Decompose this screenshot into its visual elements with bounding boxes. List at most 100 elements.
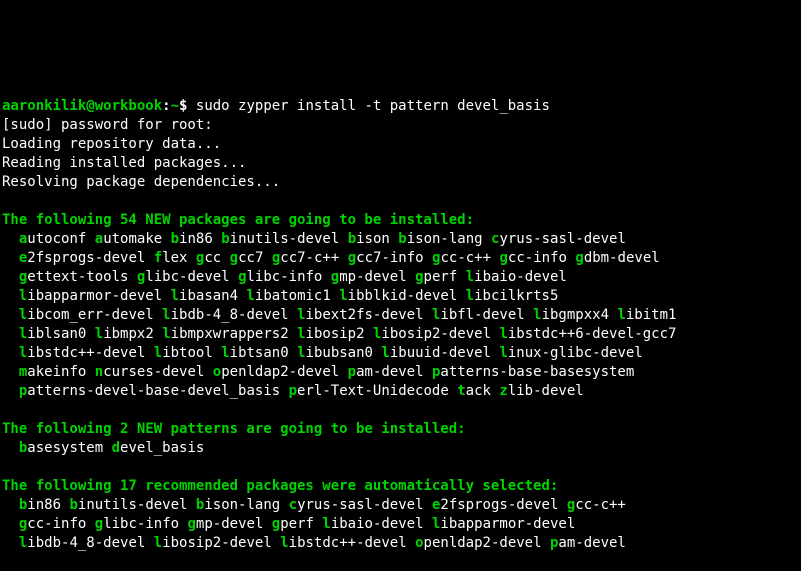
pkg-rest: in86 <box>179 231 213 247</box>
pkg-rest: ibmpxwrappers2 <box>171 326 289 342</box>
section-header-packages: The following 54 NEW packages are going … <box>2 212 474 228</box>
pkg-rest: mp-devel <box>339 269 406 285</box>
prompt-user: aaronkilik@workbook <box>2 98 162 114</box>
pkg-rest: asesystem <box>27 440 103 456</box>
pkg-rest: ibblkid-devel <box>348 288 458 304</box>
pkg-initial: g <box>187 516 195 532</box>
pkg-rest: ibosip2 <box>306 326 365 342</box>
pkg-initial: g <box>230 250 238 266</box>
sudo-prompt: [sudo] password for root: <box>2 117 221 133</box>
pkg-initial: l <box>297 326 305 342</box>
pkg-initial: b <box>171 231 179 247</box>
pkg-initial: l <box>221 345 229 361</box>
pkg-rest: ibext2fs-devel <box>306 307 424 323</box>
pkg-rest: ibtool <box>162 345 213 361</box>
pkg-rest: inutils-devel <box>230 231 340 247</box>
pkg-rest: ison <box>356 231 390 247</box>
pkg-rest: 2fsprogs-devel <box>27 250 145 266</box>
pkg-rest: lex <box>162 250 187 266</box>
pkg-initial: b <box>221 231 229 247</box>
pkg-initial: l <box>154 345 162 361</box>
command-text: sudo zypper install -t pattern devel_bas… <box>196 98 550 114</box>
pkg-initial: z <box>499 383 507 399</box>
pkg-initial: p <box>348 364 356 380</box>
pkg-initial: g <box>272 516 280 532</box>
pkg-rest: cc7-c++ <box>280 250 339 266</box>
pkg-rest: cc7-info <box>356 250 423 266</box>
pkg-rest: ibitm1 <box>626 307 677 323</box>
pkg-rest: 2fsprogs-devel <box>440 497 558 513</box>
pkg-rest: ibtsan0 <box>230 345 289 361</box>
pkg-initial: l <box>162 307 170 323</box>
pkg-rest: ibstdc++6-devel-gcc7 <box>508 326 677 342</box>
pkg-initial: g <box>95 516 103 532</box>
pkg-rest: ibgmpxx4 <box>542 307 609 323</box>
pkg-rest: atterns-devel-base-devel_basis <box>27 383 280 399</box>
pkg-rest: cc-c++ <box>575 497 626 513</box>
pkg-initial: l <box>95 326 103 342</box>
pkg-rest: ison-lang <box>204 497 280 513</box>
pattern-list: basesystem devel_basis <box>2 440 204 456</box>
pkg-rest: ibfl-devel <box>440 307 524 323</box>
pkg-initial: l <box>533 307 541 323</box>
pkg-rest: penldap2-devel <box>221 364 339 380</box>
pkg-initial: l <box>322 516 330 532</box>
pkg-initial: t <box>457 383 465 399</box>
pkg-initial: g <box>499 250 507 266</box>
pkg-initial: a <box>95 231 103 247</box>
loading-line: Reading installed packages... <box>2 155 246 171</box>
pkg-rest: ibstdc++-devel <box>289 535 407 551</box>
pkg-rest: ibosip2-devel <box>162 535 272 551</box>
pkg-rest: utomake <box>103 231 162 247</box>
pkg-rest: curses-devel <box>103 364 204 380</box>
pkg-initial: b <box>398 231 406 247</box>
pkg-rest: akeinfo <box>27 364 86 380</box>
pkg-rest: inutils-devel <box>78 497 188 513</box>
pkg-initial: c <box>289 497 297 513</box>
pkg-rest: ibaio-devel <box>331 516 424 532</box>
pkg-initial: g <box>238 269 246 285</box>
pkg-rest: cc-info <box>508 250 567 266</box>
terminal-output: aaronkilik@workbook:~$ sudo zypper insta… <box>0 95 801 571</box>
pkg-rest: ibapparmor-devel <box>440 516 575 532</box>
pkg-rest: ibaio-devel <box>474 269 567 285</box>
pkg-initial: b <box>348 231 356 247</box>
pkg-rest: cc7 <box>238 250 263 266</box>
pkg-rest: ibdb-4_8-devel <box>27 535 145 551</box>
prompt-sep1: : <box>162 98 170 114</box>
pkg-initial: l <box>466 288 474 304</box>
pkg-initial: o <box>415 535 423 551</box>
section-header-recommended: The following 17 recommended packages we… <box>2 478 558 494</box>
pkg-initial: p <box>289 383 297 399</box>
pkg-rest: libc-info <box>103 516 179 532</box>
pkg-initial: g <box>415 269 423 285</box>
pkg-rest: ibapparmor-devel <box>27 288 162 304</box>
pkg-initial: l <box>246 288 254 304</box>
pkg-rest: ison-lang <box>407 231 483 247</box>
pkg-initial: l <box>297 345 305 361</box>
loading-line: Loading repository data... <box>2 136 221 152</box>
pkg-rest: iblsan0 <box>27 326 86 342</box>
pkg-initial: l <box>499 326 507 342</box>
pkg-rest: yrus-sasl-devel <box>499 231 625 247</box>
pkg-rest: yrus-sasl-devel <box>297 497 423 513</box>
pkg-initial: d <box>112 440 120 456</box>
pkg-rest: ibmpx2 <box>103 326 154 342</box>
pkg-rest: ack <box>466 383 491 399</box>
pkg-initial: g <box>575 250 583 266</box>
pkg-rest: erl-Text-Unidecode <box>297 383 449 399</box>
loading-line: Resolving package dependencies... <box>2 174 280 190</box>
pkg-rest: in86 <box>27 497 61 513</box>
pkg-initial: g <box>331 269 339 285</box>
pkg-rest: atterns-base-basesystem <box>440 364 634 380</box>
recommended-list: bin86 binutils-devel bison-lang cyrus-sa… <box>2 497 626 551</box>
pkg-rest: evel_basis <box>120 440 204 456</box>
pkg-rest: ibstdc++-devel <box>27 345 145 361</box>
pkg-rest: libc-devel <box>145 269 229 285</box>
pkg-initial: l <box>381 345 389 361</box>
pkg-rest: lib-devel <box>508 383 584 399</box>
pkg-rest: ibcom_err-devel <box>27 307 153 323</box>
pkg-rest: ibuuid-devel <box>390 345 491 361</box>
pkg-rest: utoconf <box>27 231 86 247</box>
pkg-rest: ibosip2-devel <box>381 326 491 342</box>
